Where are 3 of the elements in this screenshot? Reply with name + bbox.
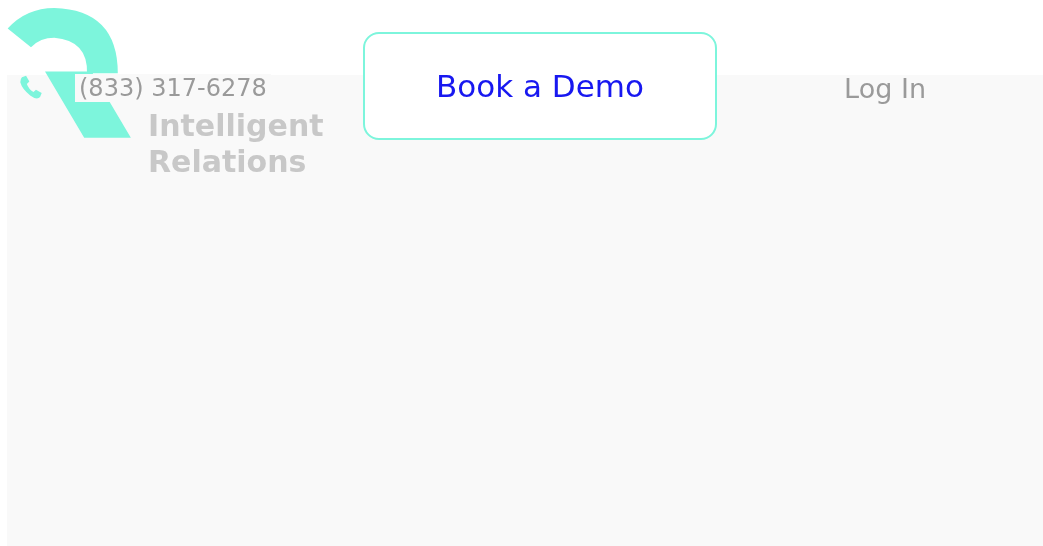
book-demo-button[interactable]: Book a Demo xyxy=(363,32,717,140)
login-link[interactable]: Log In xyxy=(844,72,926,104)
phone-number[interactable]: (833) 317-6278 xyxy=(75,74,271,102)
